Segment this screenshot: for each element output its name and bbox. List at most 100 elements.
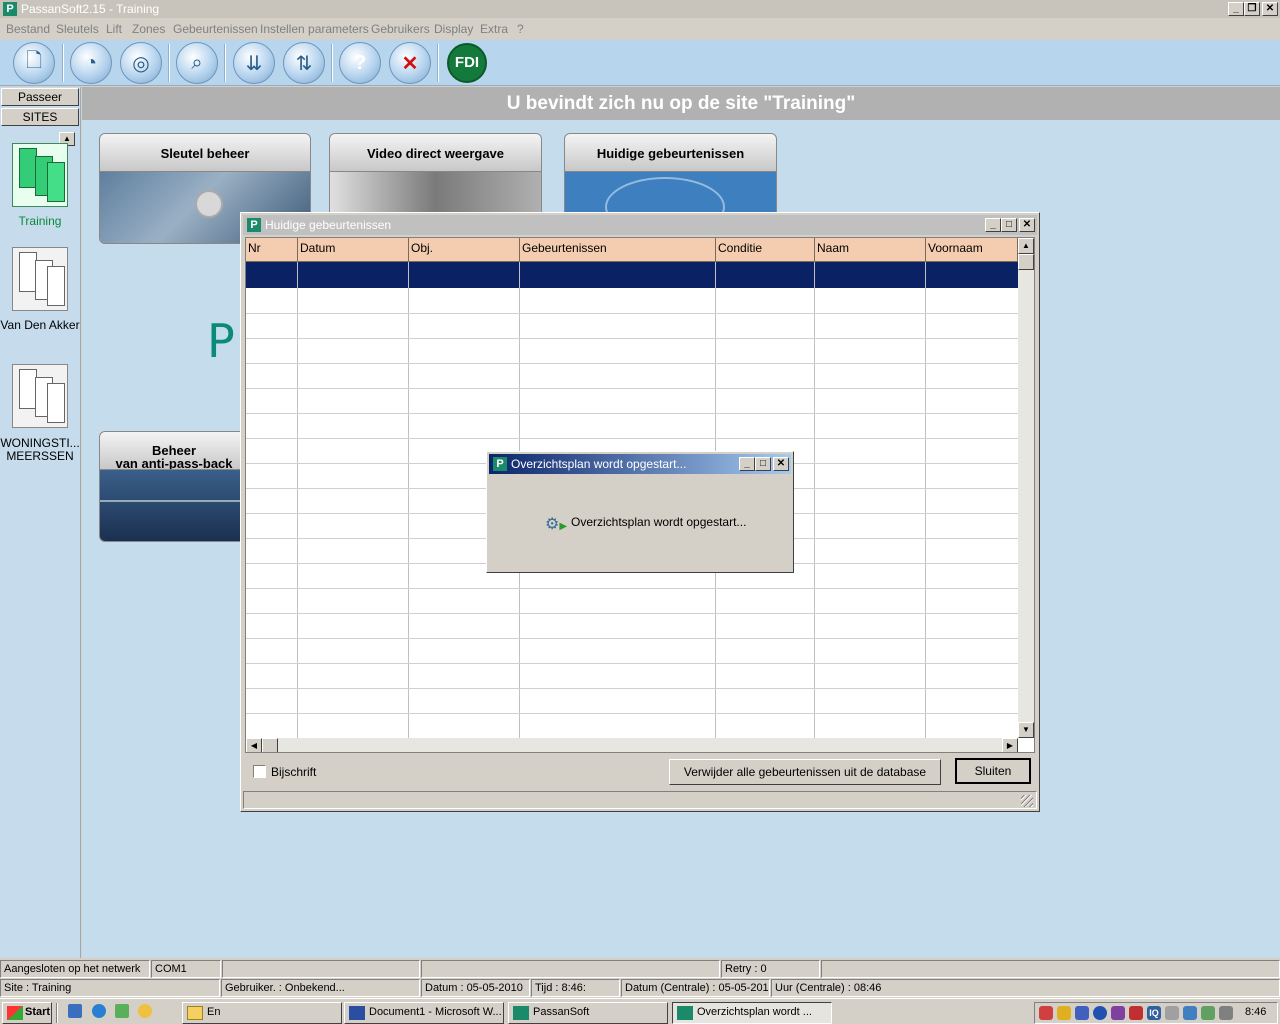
site-training-label[interactable]: Training <box>0 214 80 228</box>
site-header: U bevindt zich nu op de site "Training" <box>82 87 1280 120</box>
toolbar-separator <box>62 44 64 82</box>
task-word-document[interactable]: Document1 - Microsoft W... <box>344 1002 504 1024</box>
resize-grip-icon[interactable] <box>1021 795 1033 807</box>
status-site: Site : Training <box>0 979 220 997</box>
menu-help[interactable]: ? <box>517 22 524 36</box>
task-overzichtsplan[interactable]: Overzichtsplan wordt ... <box>672 1002 832 1024</box>
quicklaunch-desktop-icon[interactable] <box>115 1004 129 1018</box>
toolbar-separator <box>224 44 226 82</box>
site-van-den-akker-label[interactable]: Van Den Akker <box>0 319 80 332</box>
tray-antivirus-icon[interactable] <box>1039 1006 1053 1020</box>
dialog-maximize-button[interactable]: □ <box>755 457 771 471</box>
site-training-icon[interactable] <box>12 143 68 207</box>
dialog-title: Overzichtsplan wordt opgestart... <box>511 457 687 471</box>
tray-alert-icon[interactable] <box>1129 1006 1143 1020</box>
task-passansoft[interactable]: PassanSoft <box>508 1002 668 1024</box>
menu-zones[interactable]: Zones <box>132 22 165 36</box>
target-icon: ◎ <box>132 52 150 75</box>
column-header-datum[interactable]: Datum <box>298 238 409 262</box>
column-header-conditie[interactable]: Conditie <box>716 238 815 262</box>
site-woningstichting-icon[interactable] <box>12 364 68 428</box>
sites-header: SITES <box>1 108 79 126</box>
horizontal-scroll-thumb[interactable] <box>262 738 278 752</box>
tile-huidige-gebeurtenissen[interactable]: Huidige gebeurtenissen <box>564 133 777 223</box>
tray-shield-icon[interactable] <box>1057 1006 1071 1020</box>
toolbar-separator <box>168 44 170 82</box>
tile-video-title: Video direct weergave <box>330 134 541 172</box>
dialog-minimize-button[interactable]: _ <box>739 457 755 471</box>
scroll-down-button[interactable]: ▼ <box>1018 722 1034 738</box>
task-label: Overzichtsplan wordt ... <box>697 1006 812 1018</box>
fdi-logo-button[interactable]: FDI <box>447 43 487 83</box>
site-woningstichting-label[interactable]: WONINGSTI... MEERSSEN <box>0 437 80 463</box>
bijschrift-checkbox[interactable] <box>253 765 266 778</box>
delete-all-events-button[interactable]: Verwijder alle gebeurtenissen uit de dat… <box>669 759 941 785</box>
selected-table-row[interactable] <box>246 262 1018 288</box>
minimize-button[interactable]: _ <box>1228 2 1244 16</box>
tray-iq-icon[interactable]: IQ <box>1147 1006 1161 1020</box>
events-close-button[interactable]: ✕ <box>1019 218 1035 232</box>
task-en[interactable]: En <box>182 1002 342 1024</box>
column-header-obj[interactable]: Obj. <box>409 238 520 262</box>
menu-gebeurtenissen[interactable]: Gebeurtenissen <box>173 22 258 36</box>
sluiten-button[interactable]: Sluiten <box>955 758 1031 784</box>
quicklaunch-ie-icon[interactable] <box>68 1004 82 1018</box>
scroll-up-button[interactable]: ▲ <box>1018 238 1034 254</box>
clock-button[interactable]: ◔ <box>70 42 112 84</box>
upload-users-button[interactable]: ⇅ <box>283 42 325 84</box>
menu-gebruikers[interactable]: Gebruikers <box>371 22 430 36</box>
tray-update-icon[interactable] <box>1183 1006 1197 1020</box>
tray-misc-icon[interactable] <box>1165 1006 1179 1020</box>
grid-line <box>246 363 1018 364</box>
taskbar-separator <box>56 1003 58 1023</box>
tile-anti-pass-back[interactable]: Beheer van anti-pass-back <box>99 431 249 542</box>
menu-display[interactable]: Display <box>434 22 473 36</box>
magnifier-icon: ⌕ <box>191 51 203 74</box>
scroll-right-button[interactable]: ▶ <box>1002 738 1018 752</box>
events-minimize-button[interactable]: _ <box>985 218 1001 232</box>
target-button[interactable]: ◎ <box>120 42 162 84</box>
help-button[interactable]: ? <box>339 42 381 84</box>
scroll-left-button[interactable]: ◀ <box>246 738 262 752</box>
events-maximize-button[interactable]: □ <box>1001 218 1017 232</box>
column-header-voornaam[interactable]: Voornaam <box>926 238 1018 262</box>
task-label: PassanSoft <box>533 1006 590 1018</box>
tray-network-icon[interactable] <box>1075 1006 1089 1020</box>
menu-extra[interactable]: Extra <box>480 22 508 36</box>
column-header-nr[interactable]: Nr <box>246 238 298 262</box>
new-document-button[interactable]: 🗋 <box>13 42 55 84</box>
restore-button[interactable]: ❐ <box>1244 2 1260 16</box>
status-network: Aangesloten op het netwerk <box>0 960 150 978</box>
clock-icon: ◔ <box>84 51 98 74</box>
grid-line <box>246 338 1018 339</box>
grid-line <box>246 613 1018 614</box>
passansoft-app-icon: P <box>3 2 17 16</box>
start-button[interactable]: Start <box>2 1002 52 1024</box>
menu-lift[interactable]: Lift <box>106 22 122 36</box>
menu-bestand[interactable]: Bestand <box>6 22 50 36</box>
download-users-button[interactable]: ⇊ <box>233 42 275 84</box>
tray-speaker-icon[interactable] <box>1219 1006 1233 1020</box>
tile-video-direct[interactable]: Video direct weergave <box>329 133 542 223</box>
toolbar: 🗋 ◔ ◎ ⌕ ⇊ ⇅ ? ✕ FDI <box>0 40 1280 86</box>
tray-sync-icon[interactable] <box>1201 1006 1215 1020</box>
tray-bluetooth-icon[interactable] <box>1093 1006 1107 1020</box>
quicklaunch-messenger-icon[interactable] <box>138 1004 152 1018</box>
main-title-bar: P PassanSoft2.15 - Training _ ❐ ✕ <box>0 0 1280 18</box>
column-header-gebeurtenissen[interactable]: Gebeurtenissen <box>520 238 716 262</box>
menu-sleutels[interactable]: Sleutels <box>56 22 99 36</box>
grid-line <box>246 388 1018 389</box>
dialog-close-button[interactable]: ✕ <box>773 457 789 471</box>
horizontal-scrollbar[interactable]: ◀ ▶ <box>246 738 1018 752</box>
vertical-scrollbar[interactable]: ▲ ▼ <box>1018 238 1034 738</box>
passeer-sleutel-button[interactable]: Passeer sleutel <box>1 88 79 120</box>
exit-button[interactable]: ✕ <box>389 42 431 84</box>
site-van-den-akker-icon[interactable] <box>12 247 68 311</box>
vertical-scroll-thumb[interactable] <box>1018 254 1034 270</box>
close-button[interactable]: ✕ <box>1262 2 1278 16</box>
menu-instellen-parameters[interactable]: Instellen parameters <box>260 22 369 36</box>
column-header-naam[interactable]: Naam <box>815 238 926 262</box>
tray-display-icon[interactable] <box>1111 1006 1125 1020</box>
search-button[interactable]: ⌕ <box>176 42 218 84</box>
quicklaunch-browser-icon[interactable] <box>92 1004 106 1018</box>
